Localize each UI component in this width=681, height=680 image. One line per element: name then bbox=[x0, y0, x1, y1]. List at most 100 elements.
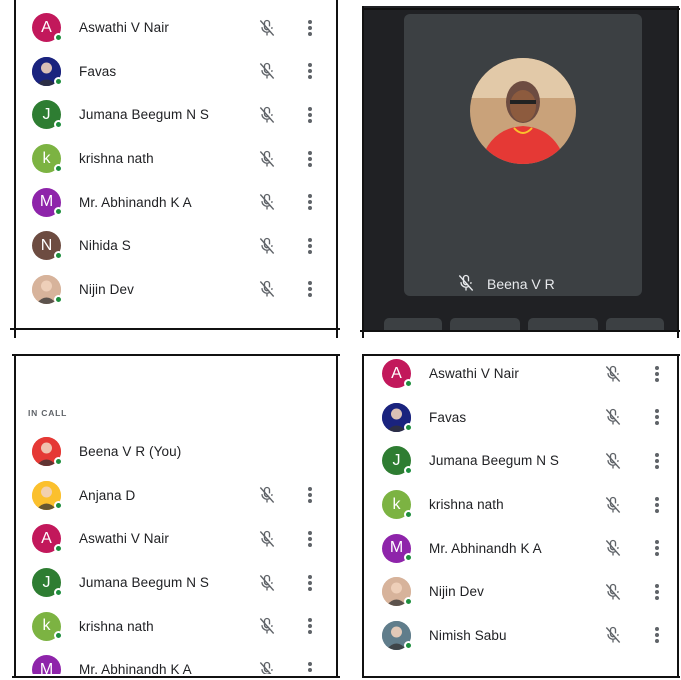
participant-row[interactable]: M Mr. Abhinandh K A bbox=[14, 180, 338, 224]
online-status-dot bbox=[54, 163, 63, 173]
frame-line bbox=[677, 6, 679, 338]
more-vert-icon[interactable] bbox=[307, 237, 313, 255]
frame-line bbox=[14, 354, 16, 678]
more-vert-icon[interactable] bbox=[307, 530, 313, 548]
more-vert-icon[interactable] bbox=[307, 193, 313, 211]
online-status-dot bbox=[404, 466, 413, 476]
participant-row[interactable]: N Nihida S bbox=[14, 224, 338, 268]
participant-row[interactable]: Nijin Dev bbox=[14, 268, 338, 312]
mic-off-icon[interactable] bbox=[257, 485, 277, 505]
online-status-dot bbox=[404, 422, 413, 432]
online-status-dot bbox=[54, 457, 63, 466]
more-vert-icon[interactable] bbox=[654, 365, 660, 383]
participant-row[interactable]: Favas bbox=[364, 396, 678, 440]
mic-off-icon[interactable] bbox=[257, 236, 277, 256]
frame-line bbox=[12, 354, 340, 356]
online-status-dot bbox=[404, 553, 413, 563]
more-vert-icon[interactable] bbox=[654, 496, 660, 514]
mic-off-icon[interactable] bbox=[603, 451, 623, 471]
participant-row[interactable]: M Mr. Abhinandh K A bbox=[14, 648, 338, 674]
more-vert-icon[interactable] bbox=[654, 583, 660, 601]
more-vert-icon[interactable] bbox=[654, 408, 660, 426]
participant-row[interactable]: J Jumana Beegum N S bbox=[364, 439, 678, 483]
more-vert-icon[interactable] bbox=[307, 106, 313, 124]
online-status-dot bbox=[404, 596, 413, 606]
frame-line bbox=[362, 354, 680, 356]
mic-off-icon[interactable] bbox=[257, 61, 277, 81]
participant-name: Nihida S bbox=[79, 238, 131, 254]
participant-name: Mr. Abhinandh K A bbox=[429, 540, 542, 556]
online-status-dot bbox=[54, 76, 63, 86]
participant-name: Nijin Dev bbox=[429, 584, 484, 600]
frame-line bbox=[336, 354, 338, 678]
participant-name: Jumana Beegum N S bbox=[429, 453, 560, 469]
more-vert-icon[interactable] bbox=[654, 452, 660, 470]
mic-off-icon[interactable] bbox=[603, 364, 623, 384]
frame-line bbox=[12, 676, 340, 678]
participant-row[interactable]: k krishna nath bbox=[364, 483, 678, 527]
more-vert-icon[interactable] bbox=[654, 626, 660, 644]
mic-off-icon[interactable] bbox=[257, 18, 277, 38]
mic-off-icon[interactable] bbox=[257, 192, 277, 212]
mic-off-icon[interactable] bbox=[603, 582, 623, 602]
participant-row[interactable]: J Jumana Beegum N S bbox=[14, 561, 338, 605]
mic-off-icon[interactable] bbox=[257, 573, 277, 593]
participant-name: Mr. Abhinandh K A bbox=[79, 662, 192, 674]
mic-off-icon[interactable] bbox=[603, 538, 623, 558]
frame-line bbox=[10, 328, 340, 330]
participant-row[interactable]: Nimish Sabu bbox=[364, 614, 678, 658]
speaker-avatar bbox=[470, 58, 576, 164]
online-status-dot bbox=[54, 120, 63, 130]
mic-off-icon[interactable] bbox=[257, 616, 277, 636]
more-vert-icon[interactable] bbox=[307, 617, 313, 635]
more-vert-icon[interactable] bbox=[307, 574, 313, 592]
frame-line bbox=[362, 676, 680, 678]
frame-line bbox=[362, 354, 364, 678]
speaker-view: Beena V R bbox=[364, 6, 678, 332]
speaker-name: Beena V R bbox=[487, 276, 555, 292]
frame-line bbox=[362, 8, 680, 10]
online-status-dot bbox=[404, 379, 413, 388]
more-vert-icon[interactable] bbox=[307, 486, 313, 504]
participant-name: krishna nath bbox=[79, 151, 154, 167]
mic-off-icon[interactable] bbox=[257, 149, 277, 169]
participant-row[interactable]: k krishna nath bbox=[14, 137, 338, 181]
participants-panel-top-left: A Aswathi V Nair Favas J Jumana Beegum N Skk… bbox=[14, 6, 338, 332]
participant-row[interactable]: Nijin Dev bbox=[364, 570, 678, 614]
participant-name: Aswathi V Nair bbox=[79, 531, 169, 547]
participants-panel-bottom-left: IN CALL Beena V R (You) Anjana D A Aswathi … bbox=[14, 356, 338, 674]
more-vert-icon[interactable] bbox=[307, 280, 313, 298]
more-vert-icon[interactable] bbox=[307, 150, 313, 168]
participants-panel-bottom-right: A Aswathi V Nair Favas J Jumana Beegum N Skk… bbox=[364, 356, 678, 674]
participant-row[interactable]: k krishna nath bbox=[14, 604, 338, 648]
participant-row[interactable]: M Mr. Abhinandh K A bbox=[364, 526, 678, 570]
participant-list: A Aswathi V Nair Favas J Jumana Beegum N Skk… bbox=[14, 6, 338, 311]
mic-off-icon[interactable] bbox=[257, 279, 277, 299]
participant-row[interactable]: J Jumana Beegum N S bbox=[14, 93, 338, 137]
participant-row[interactable]: Favas bbox=[14, 50, 338, 94]
online-status-dot bbox=[54, 500, 63, 510]
participant-name: Favas bbox=[429, 409, 467, 425]
participant-name: krishna nath bbox=[429, 497, 504, 513]
participant-row[interactable]: Beena V R (You) bbox=[14, 430, 338, 474]
mic-off-icon[interactable] bbox=[257, 660, 277, 674]
mic-off-icon[interactable] bbox=[257, 529, 277, 549]
participant-row[interactable]: A Aswathi V Nair bbox=[14, 517, 338, 561]
participant-row[interactable]: A Aswathi V Nair bbox=[14, 6, 338, 50]
frame-line bbox=[362, 6, 364, 338]
participant-name: Mr. Abhinandh K A bbox=[79, 194, 192, 210]
participant-row[interactable]: Anjana D bbox=[14, 474, 338, 518]
mic-off-icon[interactable] bbox=[603, 495, 623, 515]
participant-row[interactable]: A Aswathi V Nair bbox=[364, 356, 678, 396]
participant-name: krishna nath bbox=[79, 618, 154, 634]
mic-off-icon[interactable] bbox=[257, 105, 277, 125]
more-vert-icon[interactable] bbox=[654, 539, 660, 557]
more-vert-icon[interactable] bbox=[307, 62, 313, 80]
mic-off-icon[interactable] bbox=[603, 407, 623, 427]
more-vert-icon[interactable] bbox=[307, 661, 313, 674]
speaker-tile[interactable]: Beena V R bbox=[404, 14, 642, 296]
frame-line bbox=[360, 330, 680, 332]
online-status-dot bbox=[54, 587, 63, 597]
more-vert-icon[interactable] bbox=[307, 19, 313, 37]
mic-off-icon[interactable] bbox=[603, 625, 623, 645]
